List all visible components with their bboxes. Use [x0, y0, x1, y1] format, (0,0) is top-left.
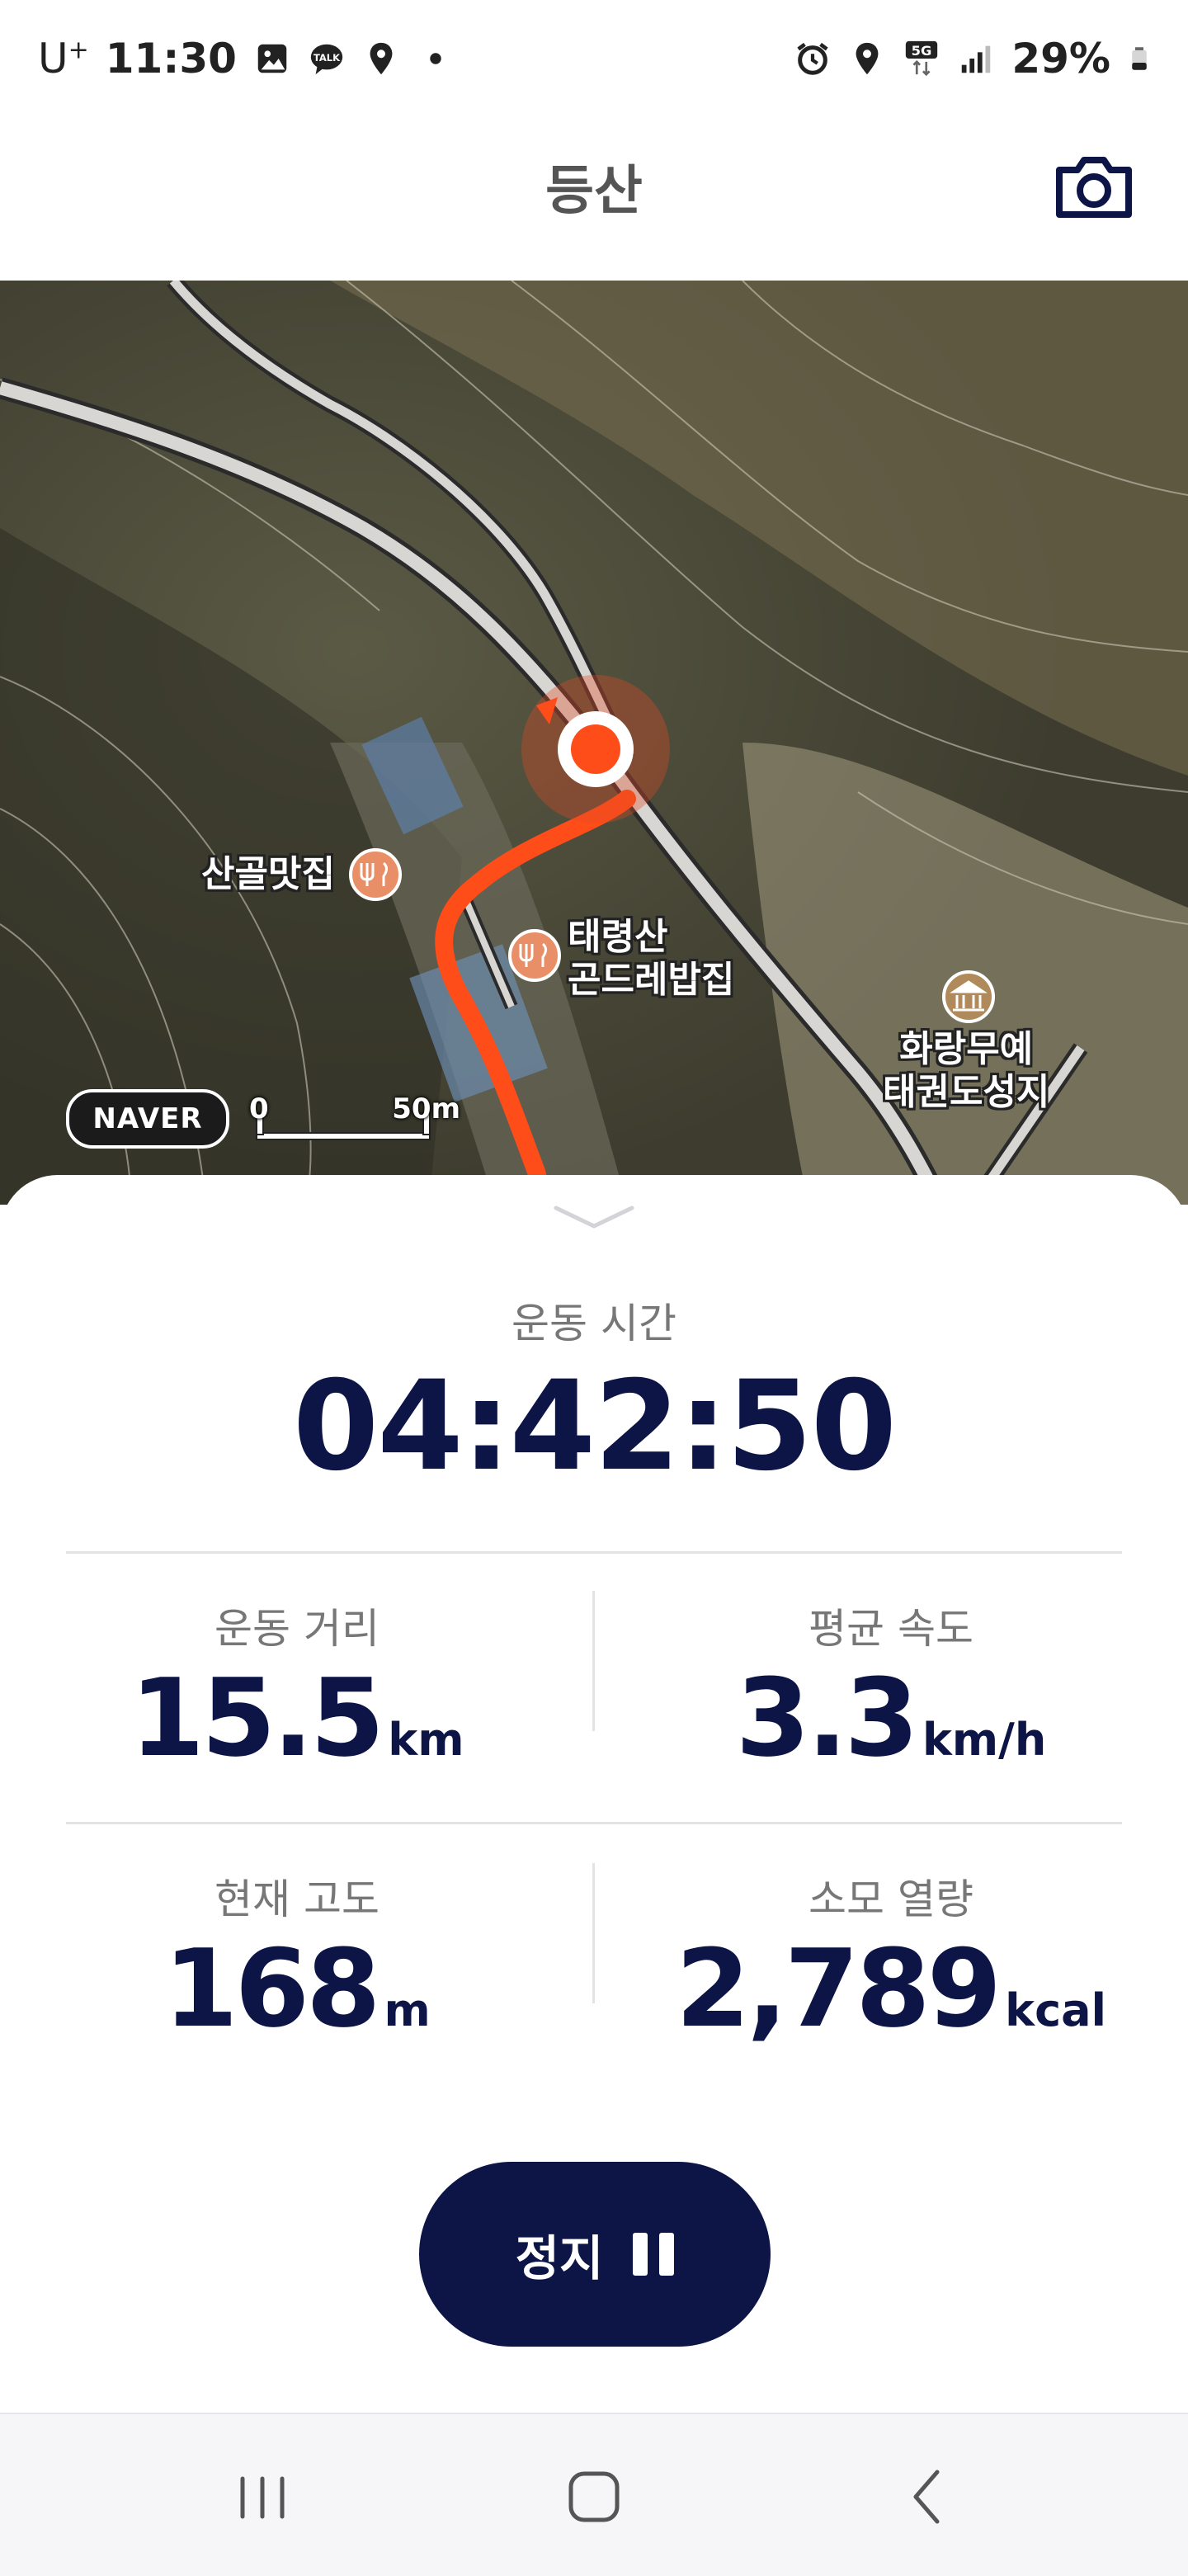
- landmark-icon: [942, 970, 995, 1023]
- poi-sangol-restaurant[interactable]: 산골맛집: [201, 853, 335, 896]
- gallery-icon: [257, 44, 287, 73]
- status-time: 11:30: [105, 35, 237, 83]
- current-location-marker: [521, 675, 670, 823]
- map-scale: 0 50m: [249, 1092, 460, 1147]
- distance-value: 15.5: [130, 1655, 385, 1781]
- recents-icon: [240, 2476, 285, 2519]
- status-bar-right: 5G 29%: [794, 30, 1152, 87]
- status-bar-left: U+ 11:30 TALK: [38, 30, 455, 87]
- 5g-icon: 5G: [906, 40, 938, 77]
- workout-time-value: 04:42:50: [292, 1355, 897, 1498]
- workout-stats-sheet: 운동 시간 04:42:50 운동 거리 15.5 km 평균 속도 3.3 km/…: [0, 1175, 1188, 2413]
- pause-icon: [633, 2233, 675, 2276]
- app-header: 등산: [0, 116, 1188, 281]
- talk-icon: TALK: [310, 44, 343, 75]
- calories-label: 소모 열량: [808, 1875, 974, 1923]
- scale-bar: [256, 1132, 431, 1140]
- calories-value: 2,789: [675, 1926, 1002, 2051]
- distance-unit: km: [388, 1714, 464, 1766]
- camera-icon: [1056, 157, 1132, 218]
- page-title: 등산: [545, 161, 643, 222]
- svg-text:TALK: TALK: [314, 52, 341, 64]
- battery-percent: 29%: [1011, 35, 1110, 83]
- chevron-down-icon: [554, 1205, 634, 1229]
- restaurant-icon: [349, 848, 402, 901]
- battery-icon: [1132, 47, 1147, 70]
- signal-icon: [962, 45, 991, 73]
- system-nav-bar: [0, 2413, 1188, 2576]
- carrier-name: U+: [38, 35, 89, 83]
- recents-button[interactable]: [221, 2460, 304, 2535]
- back-button[interactable]: [886, 2460, 969, 2535]
- camera-button[interactable]: [1053, 145, 1135, 228]
- avg-speed-unit: km/h: [922, 1714, 1047, 1766]
- alarm-icon: [797, 42, 828, 75]
- naver-logo[interactable]: NAVER: [66, 1089, 229, 1149]
- divider: [66, 1551, 1122, 1554]
- workout-time-label: 운동 시간: [512, 1300, 676, 1347]
- location-icon: [856, 42, 879, 75]
- map-view[interactable]: 산골맛집 태령산 곤드레밥집 화랑무예 태권도성지 NAVER 0 50m: [0, 281, 1188, 1205]
- calories-unit: kcal: [1005, 1984, 1107, 2036]
- home-button[interactable]: [553, 2460, 635, 2535]
- scale-end-label: 50m: [392, 1092, 460, 1125]
- dot-icon: [430, 53, 441, 64]
- altitude-label: 현재 고도: [214, 1875, 380, 1923]
- restaurant-icon: [508, 929, 561, 982]
- altitude-value: 168: [163, 1926, 380, 2051]
- stop-button-label: 정지: [515, 2230, 604, 2286]
- status-bar: U+ 11:30 TALK 5G 29%: [0, 0, 1188, 116]
- stop-button[interactable]: 정지: [419, 2162, 771, 2347]
- divider: [66, 1822, 1122, 1824]
- back-icon: [913, 2470, 940, 2524]
- avg-speed-label: 평균 속도: [808, 1605, 974, 1653]
- svg-text:5G: 5G: [912, 43, 932, 59]
- poi-taeryeongsan-restaurant[interactable]: 태령산 곤드레밥집: [568, 916, 734, 1002]
- poi-hwarang-taekwondo[interactable]: 화랑무예 태권도성지: [883, 1028, 1049, 1114]
- sheet-collapse-handle[interactable]: [553, 1201, 635, 1234]
- altitude-unit: m: [384, 1984, 431, 2036]
- distance-label: 운동 거리: [214, 1605, 380, 1653]
- location-icon: [370, 42, 393, 75]
- home-icon: [568, 2471, 620, 2522]
- scale-start-label: 0: [249, 1092, 269, 1125]
- avg-speed-value: 3.3: [735, 1655, 919, 1781]
